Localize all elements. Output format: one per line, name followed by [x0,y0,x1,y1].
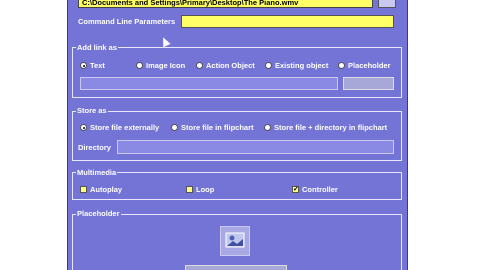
radio-store-with-directory[interactable]: Store file + directory in flipchart [264,123,387,132]
multimedia-title: Multimedia [76,168,118,177]
radio-empty-icon [338,62,345,69]
radio-store-with-directory-label: Store file + directory in flipchart [274,123,388,132]
link-action-button[interactable] [343,77,394,90]
radio-empty-icon [264,124,271,131]
checkbox-loop-label: Loop [196,185,215,194]
checkbox-checked-icon: ✓ [292,186,299,193]
checkbox-empty-icon [186,186,193,193]
radio-image-icon[interactable]: Image Icon [136,61,185,70]
radio-store-externally[interactable]: Store file externally [80,123,159,132]
file-path-input[interactable]: C:\Documents and Settings\Primary\Deskto… [78,0,373,8]
add-link-title: Add link as [76,43,119,52]
radio-selected-icon [80,62,87,69]
directory-label: Directory [78,143,111,152]
store-as-title: Store as [76,106,108,115]
command-line-input[interactable] [181,15,394,28]
radio-empty-icon [196,62,203,69]
radio-empty-icon [171,124,178,131]
directory-input[interactable] [117,140,394,154]
radio-text-label: Text [90,61,105,70]
radio-store-in-flipchart[interactable]: Store file in flipchart [171,123,254,132]
radio-empty-icon [265,62,272,69]
radio-placeholder[interactable]: Placeholder [338,61,391,70]
radio-store-in-flipchart-label: Store file in flipchart [181,123,254,132]
radio-existing-object[interactable]: Existing object [265,61,328,70]
checkbox-autoplay[interactable]: Autoplay [80,185,122,194]
radio-selected-icon [80,124,87,131]
radio-image-icon-label: Image Icon [146,61,186,70]
radio-placeholder-label: Placeholder [348,61,391,70]
checkbox-loop[interactable]: Loop [186,185,214,194]
placeholder-image-icon[interactable] [220,226,250,256]
command-line-label: Command Line Parameters [78,17,176,26]
radio-action-object[interactable]: Action Object [196,61,255,70]
radio-action-object-label: Action Object [206,61,255,70]
checkbox-controller[interactable]: ✓ Controller [292,185,338,194]
radio-empty-icon [136,62,143,69]
radio-existing-object-label: Existing object [275,61,329,70]
placeholder-button[interactable] [185,265,287,270]
checkbox-empty-icon [80,186,87,193]
placeholder-title: Placeholder [76,209,121,218]
insert-media-dialog: C:\Documents and Settings\Primary\Deskto… [67,0,408,270]
mouse-cursor-icon [159,35,171,48]
checkbox-controller-label: Controller [302,185,338,194]
checkbox-autoplay-label: Autoplay [90,185,123,194]
browse-button[interactable] [378,0,396,8]
radio-store-externally-label: Store file externally [90,123,160,132]
link-text-input[interactable] [80,77,338,90]
add-link-group [72,47,402,98]
radio-text[interactable]: Text [80,61,105,70]
